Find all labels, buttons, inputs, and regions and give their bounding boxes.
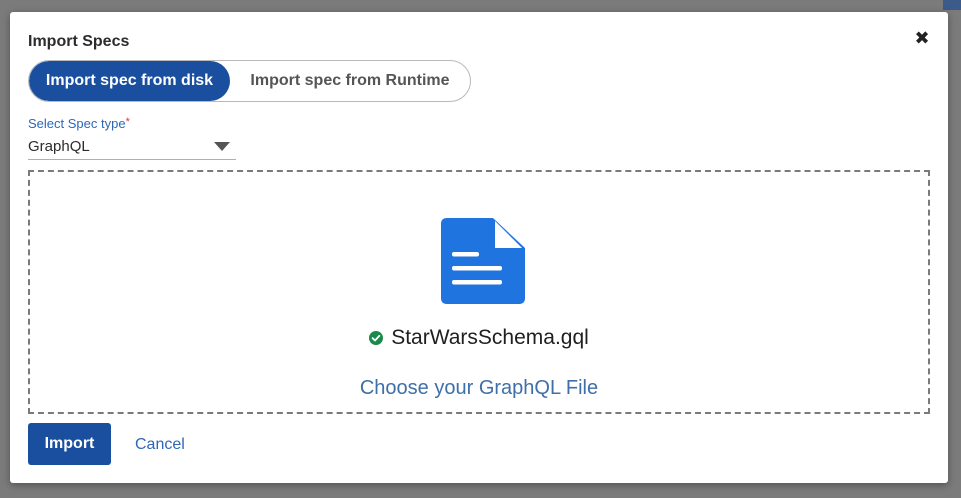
tab-import-from-disk[interactable]: Import spec from disk [29,61,230,101]
dialog-title: Import Specs [28,33,130,50]
caret-down-icon [214,142,230,151]
close-icon[interactable]: ✖ [912,28,932,48]
choose-file-link[interactable]: Choose your GraphQL File [30,377,928,400]
check-circle-icon [369,331,384,345]
import-specs-dialog: Import Specs ✖ Import spec from disk Imp… [10,12,948,483]
spec-type-select[interactable]: GraphQL [28,136,236,160]
selected-file-row: StarWarsSchema.gql [30,326,928,350]
required-mark: * [125,116,130,128]
tab-import-from-runtime[interactable]: Import spec from Runtime [230,61,470,101]
document-icon [441,218,525,304]
selected-file-name: StarWarsSchema.gql [391,326,589,349]
import-source-toggle: Import spec from disk Import spec from R… [28,60,471,102]
spec-type-label: Select Spec type* [28,116,130,131]
file-dropzone[interactable]: StarWarsSchema.gql Choose your GraphQL F… [28,170,930,414]
backdrop-accent [943,0,961,10]
import-button[interactable]: Import [28,423,111,465]
spec-type-value: GraphQL [28,138,90,155]
cancel-button[interactable]: Cancel [135,436,185,454]
spec-type-label-text: Select Spec type [28,116,126,131]
